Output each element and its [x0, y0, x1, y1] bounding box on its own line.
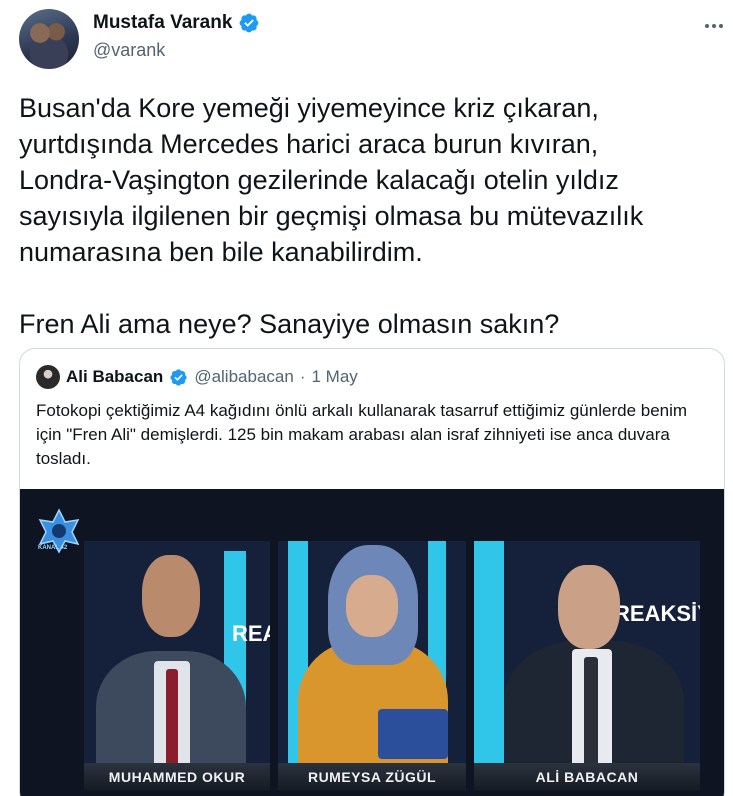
tweet-text: Busan'da Kore yemeği yiyemeyince kriz çı… [19, 93, 644, 339]
quoted-video-still[interactable]: KANAL 42 REA MUHAMMED OKUR RUMEYSA ZÜGÜL [20, 489, 724, 796]
separator-dot: · [299, 367, 306, 386]
video-panel-guest-3: REAKSİYO ALİ BABACAN [474, 541, 700, 791]
more-options-icon[interactable] [700, 18, 728, 34]
guest-2-face [346, 575, 398, 637]
quoted-author-name: Ali Babacan [66, 367, 164, 386]
lower-third-3: ALİ BABACAN [474, 763, 700, 791]
guest-2-notebook [378, 709, 448, 759]
dot [719, 24, 723, 28]
tweet: Mustafa Varank @varank Busan'da Kore yem… [0, 0, 733, 796]
video-panel-guest-1: REA MUHAMMED OKUR [84, 541, 270, 791]
backdrop-text: REAKSİYO [614, 601, 700, 626]
verified-badge-icon [170, 368, 187, 386]
dot [712, 24, 716, 28]
guest-3-tie [584, 657, 598, 777]
author-name-row[interactable]: Mustafa Varank [93, 12, 260, 34]
quoted-tweet-header: Ali Babacan @alibabacan · 1 May [36, 365, 358, 389]
dot [705, 24, 709, 28]
quoted-author-handle: @alibabacan [194, 367, 294, 386]
guest-1-face [142, 555, 200, 637]
author-name[interactable]: Mustafa Varank [93, 12, 232, 34]
verified-badge-icon [240, 13, 259, 33]
channel-logo-text: KANAL 42 [38, 545, 68, 551]
quoted-tweet[interactable]: Ali Babacan @alibabacan · 1 May Fotokopi… [19, 348, 725, 796]
author-handle[interactable]: @varank [93, 40, 165, 61]
quoted-author-avatar [36, 365, 60, 389]
video-panel-guest-2: RUMEYSA ZÜGÜL [278, 541, 466, 791]
studio-light [474, 541, 504, 771]
backdrop-text: REA [232, 621, 270, 646]
guest-3-face [558, 565, 620, 649]
lower-third-2: RUMEYSA ZÜGÜL [278, 763, 466, 791]
author-avatar[interactable] [19, 9, 79, 69]
quoted-date: 1 May [311, 367, 358, 386]
quoted-tweet-text: Fotokopi çektiğimiz A4 kağıdını önlü ark… [36, 401, 688, 468]
lower-third-1: MUHAMMED OKUR [84, 763, 270, 791]
